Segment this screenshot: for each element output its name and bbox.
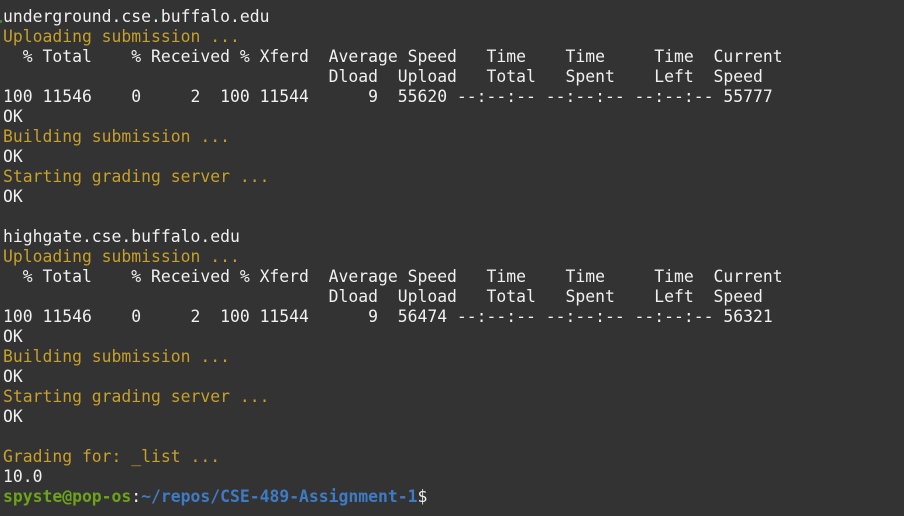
terminal-line: Starting grading server ... (3, 387, 270, 406)
terminal-line: underground.cse.buffalo.edu (3, 7, 270, 26)
terminal-line: 100 11546 0 2 100 11544 9 56474 --:--:--… (3, 307, 773, 326)
terminal-output[interactable]: underground.cse.buffalo.edu Uploading su… (3, 7, 783, 507)
terminal-line: % Total % Received % Xferd Average Speed… (3, 47, 783, 66)
terminal-line: highgate.cse.buffalo.edu (3, 227, 240, 246)
prompt-user-host: spyste@pop-os (3, 487, 132, 506)
terminal-line: OK (3, 327, 23, 346)
terminal-line: Uploading submission ... (3, 27, 240, 46)
terminal-line: Uploading submission ... (3, 247, 240, 266)
terminal-line: 10.0 (3, 467, 43, 486)
terminal-line: Building submission ... (3, 127, 230, 146)
terminal-line: OK (3, 367, 23, 386)
prompt-symbol: $ (417, 487, 428, 506)
terminal-line: OK (3, 147, 23, 166)
terminal-line: Dload Upload Total Spent Left Speed (3, 67, 763, 86)
terminal-line: Grading for: _list ... (3, 447, 221, 466)
terminal-line: 100 11546 0 2 100 11544 9 55620 --:--:--… (3, 87, 773, 106)
prompt-path: ~/repos/CSE-489-Assignment-1 (141, 487, 418, 506)
terminal-line: Starting grading server ... (3, 167, 270, 186)
terminal-line: Dload Upload Total Spent Left Speed (3, 287, 763, 306)
prompt-separator: : (131, 487, 142, 506)
shell-prompt[interactable]: spyste@pop-os:~/repos/CSE-489-Assignment… (3, 487, 783, 507)
terminal-line: % Total % Received % Xferd Average Speed… (3, 267, 783, 286)
window-edge-marker (0, 20, 2, 23)
terminal-line: OK (3, 407, 23, 426)
terminal-line: OK (3, 107, 23, 126)
terminal-line: Building submission ... (3, 347, 230, 366)
terminal-line: OK (3, 187, 23, 206)
